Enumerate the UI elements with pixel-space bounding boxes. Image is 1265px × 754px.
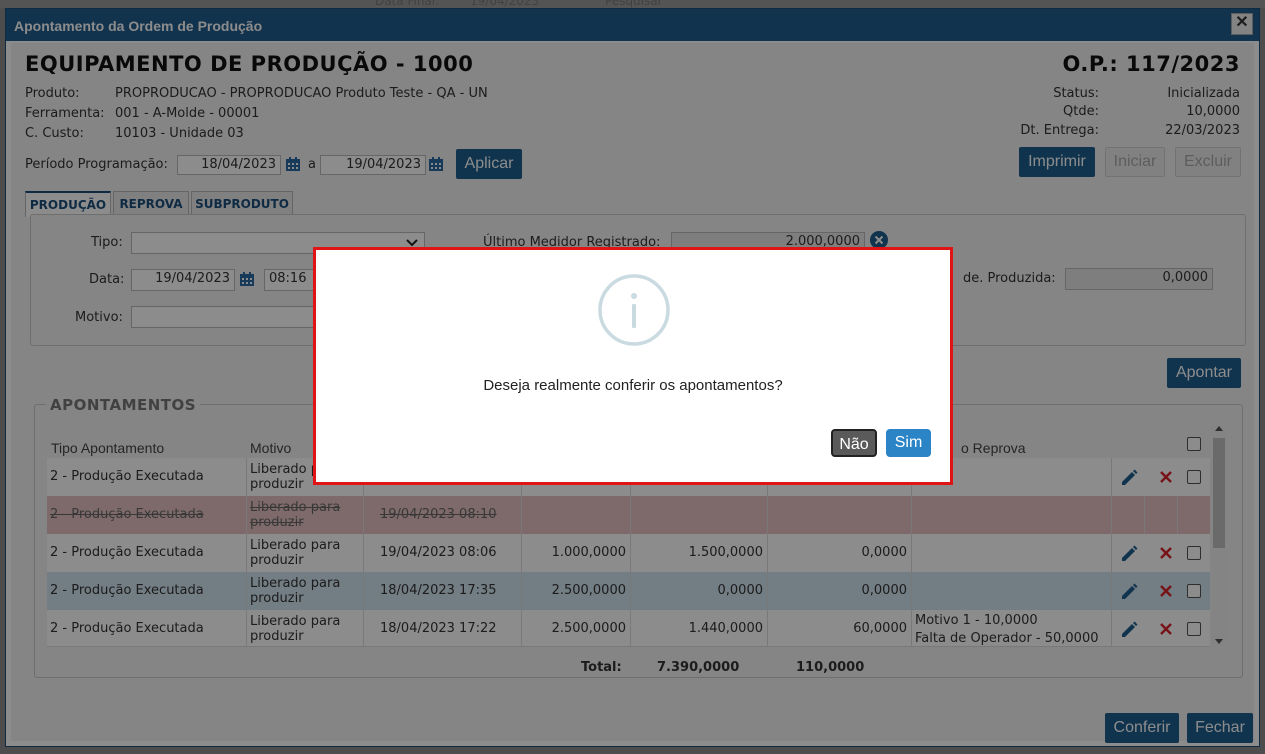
yes-button[interactable]: Sim <box>886 429 931 457</box>
dialog-message: Deseja realmente conferir os apontamento… <box>483 377 783 394</box>
confirm-dialog: Deseja realmente conferir os apontamento… <box>313 247 953 485</box>
no-button[interactable]: Não <box>831 429 877 457</box>
info-icon <box>598 274 670 346</box>
